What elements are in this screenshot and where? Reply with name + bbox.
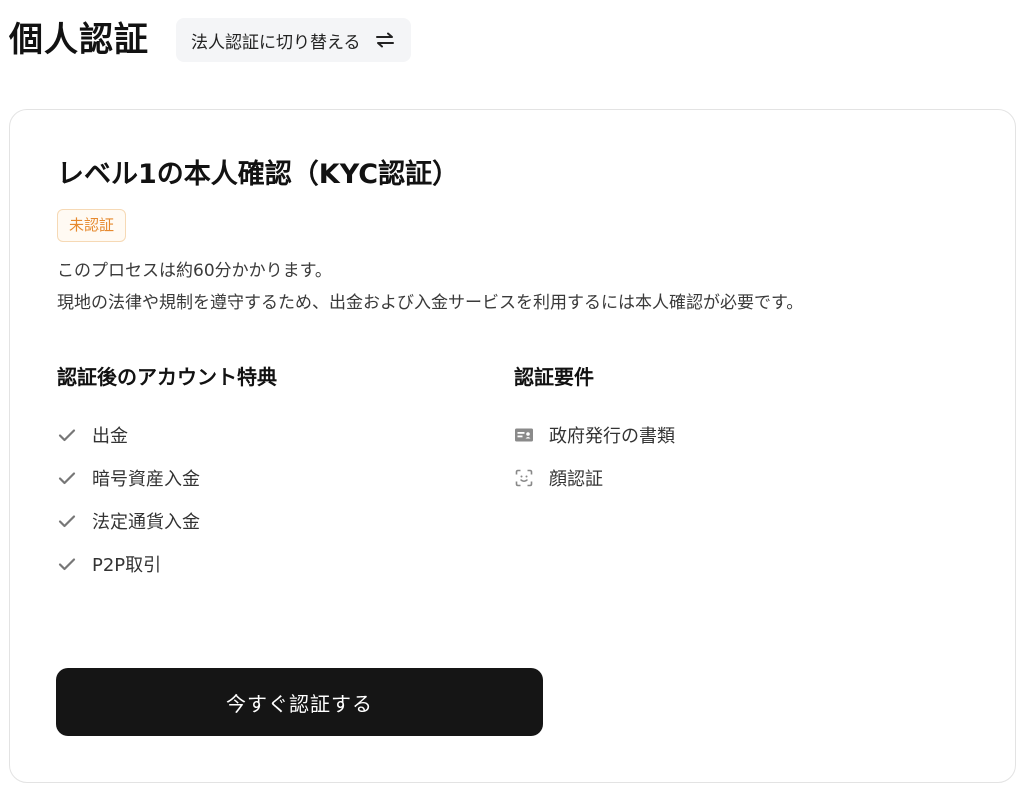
check-icon [57, 468, 77, 488]
check-icon [57, 554, 77, 574]
requirement-label: 顔認証 [549, 468, 603, 490]
switch-to-corporate-button[interactable]: 法人認証に切り替える [176, 18, 411, 62]
benefit-label: P2P取引 [92, 554, 162, 576]
benefits-heading: 認証後のアカウント特典 [57, 365, 277, 389]
list-item: 暗号資産入金 [57, 456, 200, 499]
page-header: 個人認証 法人認証に切り替える [9, 18, 411, 62]
swap-arrows-icon [375, 32, 395, 48]
list-item: 顔認証 [514, 456, 675, 499]
list-item: 政府発行の書類 [514, 413, 675, 456]
requirements-list: 政府発行の書類 顔認証 [514, 413, 675, 499]
list-item: 出金 [57, 413, 200, 456]
list-item: 法定通貨入金 [57, 499, 200, 542]
requirement-label: 政府発行の書類 [549, 425, 675, 447]
list-item: P2P取引 [57, 542, 200, 585]
description-line: このプロセスは約60分かかります。 [57, 261, 332, 281]
verify-now-button[interactable]: 今すぐ認証する [56, 668, 543, 736]
id-card-icon [514, 425, 534, 445]
benefit-label: 出金 [92, 425, 128, 447]
description-line: 現地の法律や規制を遵守するため、出金および入金サービスを利用するには本人確認が必… [57, 293, 804, 313]
card-title: レベル1の本人確認（KYC認証） [57, 159, 460, 190]
face-scan-icon [514, 468, 534, 488]
switch-button-label: 法人認証に切り替える [191, 32, 361, 53]
status-badge: 未認証 [57, 209, 127, 242]
benefit-label: 暗号資産入金 [92, 468, 200, 490]
requirements-heading: 認証要件 [514, 365, 594, 389]
benefits-list: 出金 暗号資産入金 法定通貨入金 P2P取引 [57, 413, 200, 585]
check-icon [57, 425, 77, 445]
check-icon [57, 511, 77, 531]
description: このプロセスは約60分かかります。 現地の法律や規制を遵守するため、出金および入… [57, 255, 803, 319]
benefit-label: 法定通貨入金 [92, 511, 200, 533]
kyc-level1-card: レベル1の本人確認（KYC認証） 未認証 このプロセスは約60分かかります。 現… [9, 109, 1016, 783]
page-title: 個人認証 [9, 20, 149, 60]
